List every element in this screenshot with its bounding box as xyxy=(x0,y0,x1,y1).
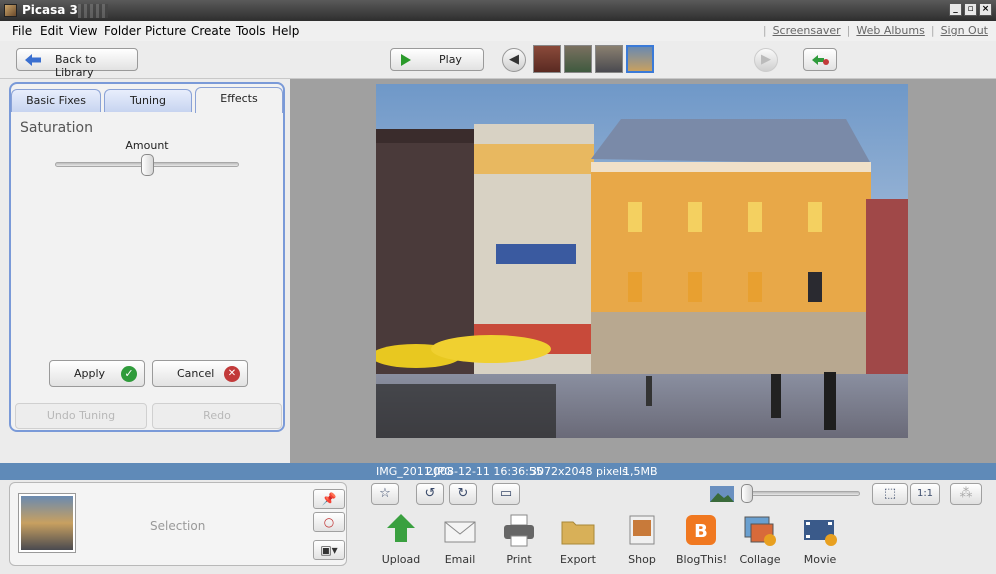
play-slideshow-button[interactable]: Play xyxy=(390,48,484,71)
printer-icon xyxy=(504,514,534,547)
back-to-library-button[interactable]: Back to Library xyxy=(16,48,138,79)
tag-icon: ▭ xyxy=(499,486,513,501)
cancel-x-icon: ✕ xyxy=(224,366,240,382)
blogthis-action[interactable]: B BlogThis! xyxy=(676,512,727,566)
effect-title: Saturation xyxy=(20,120,93,136)
print-action[interactable]: Print xyxy=(494,512,544,566)
collage-icon xyxy=(744,516,776,546)
clear-selection-button[interactable]: ○ xyxy=(313,512,345,532)
folder-dropdown-icon: ▣▾ xyxy=(320,543,338,557)
window-title: Picasa 3 xyxy=(22,3,78,17)
edit-panel: Basic Fixes Tuning Effects Saturation Am… xyxy=(0,79,290,463)
photo-dimensions: 3072x2048 pixels xyxy=(530,465,628,478)
apply-button[interactable]: Apply ✓ xyxy=(49,360,145,387)
star-button[interactable]: ☆ xyxy=(371,483,399,505)
title-bar: Picasa 3 _ ▫ × xyxy=(0,0,996,21)
edit-tabs: Basic Fixes Tuning Effects xyxy=(11,84,283,113)
export-action[interactable]: Export xyxy=(553,512,603,566)
rotate-right-icon: ↻ xyxy=(457,486,469,501)
toolbar: Back to Library Play ◀ ▶ xyxy=(0,41,996,79)
zoom-slider-handle[interactable] xyxy=(741,484,753,503)
menu-create[interactable]: Create xyxy=(191,24,231,38)
tray-thumbnail[interactable] xyxy=(19,494,75,552)
effects-box: Basic Fixes Tuning Effects Saturation Am… xyxy=(9,82,285,432)
photo-image[interactable] xyxy=(376,84,908,438)
zoom-landscape-icon xyxy=(710,486,734,502)
web-albums-link[interactable]: Web Albums xyxy=(856,24,924,37)
pin-icon: 📌 xyxy=(321,492,337,506)
upload-icon xyxy=(387,514,415,542)
cancel-button[interactable]: Cancel ✕ xyxy=(152,360,248,387)
hold-pin-button[interactable]: 📌 xyxy=(313,489,345,509)
menu-edit[interactable]: Edit xyxy=(40,24,63,38)
share-button[interactable] xyxy=(803,48,837,71)
menu-picture[interactable]: Picture xyxy=(145,24,186,38)
email-action[interactable]: Email xyxy=(435,512,485,566)
tab-effects[interactable]: Effects xyxy=(195,87,283,113)
menu-bar: File Edit View Folder Picture Create Too… xyxy=(0,21,996,41)
filmstrip-thumb-selected[interactable] xyxy=(626,45,654,73)
screensaver-link[interactable]: Screensaver xyxy=(773,24,841,37)
menu-folder[interactable]: Folder xyxy=(104,24,141,38)
color-drops-icon: ⁂ xyxy=(959,486,973,501)
rotate-left-button[interactable]: ↺ xyxy=(416,483,444,505)
photo-datetime: 2008-12-11 16:36:55 xyxy=(426,465,543,478)
play-icon xyxy=(401,54,411,66)
svg-text:B: B xyxy=(694,521,708,542)
close-icon[interactable]: × xyxy=(979,3,992,16)
share-icon xyxy=(812,54,829,65)
menu-help[interactable]: Help xyxy=(272,24,299,38)
redo-button[interactable]: Redo xyxy=(152,403,282,429)
menu-tools[interactable]: Tools xyxy=(236,24,266,38)
menu-view[interactable]: View xyxy=(69,24,97,38)
zoom-to-fit-button[interactable]: ⬚ xyxy=(872,483,908,505)
title-decoration xyxy=(78,4,108,18)
picasa-app-icon xyxy=(4,4,17,17)
amount-label: Amount xyxy=(125,139,169,152)
effects-toggle-button[interactable]: ⁂ xyxy=(950,483,982,505)
checkmark-icon: ✓ xyxy=(121,366,137,382)
shop-icon xyxy=(629,515,655,545)
filmstrip-thumb-1[interactable] xyxy=(533,45,561,73)
upload-action[interactable]: Upload xyxy=(376,512,426,566)
bottom-bar: Selection 📌 ○ ▣▾ ☆ ↺ ↻ ▭ Upload Email Pr… xyxy=(0,480,996,574)
minimize-icon[interactable]: _ xyxy=(949,3,962,16)
movie-action[interactable]: Movie xyxy=(795,512,845,566)
photo-filesize: 1,5MB xyxy=(623,465,658,478)
restore-icon[interactable]: ▫ xyxy=(964,3,977,16)
photo-tray: Selection 📌 ○ ▣▾ xyxy=(9,482,347,566)
zoom-1-to-1-button[interactable]: 1:1 xyxy=(910,483,940,505)
rotate-right-button[interactable]: ↻ xyxy=(449,483,477,505)
window-controls: _ ▫ × xyxy=(949,3,992,16)
fit-frame-icon: ⬚ xyxy=(883,486,897,501)
folder-icon xyxy=(561,521,595,545)
filmstrip-thumb-2[interactable] xyxy=(564,45,592,73)
clear-circle-icon: ○ xyxy=(323,515,335,529)
zoom-slider-track[interactable] xyxy=(742,491,860,496)
star-icon: ☆ xyxy=(379,486,391,501)
menu-file[interactable]: File xyxy=(12,24,32,38)
tray-options-dropdown[interactable]: ▣▾ xyxy=(313,540,345,560)
collage-action[interactable]: Collage xyxy=(735,512,785,566)
previous-photo-button[interactable]: ◀ xyxy=(502,48,526,72)
next-photo-button[interactable]: ▶ xyxy=(754,48,778,72)
caption-tag-button[interactable]: ▭ xyxy=(492,483,520,505)
back-arrow-icon xyxy=(25,54,41,66)
account-links: | Screensaver | Web Albums | Sign Out xyxy=(762,24,988,37)
email-icon xyxy=(444,521,476,543)
tab-basic-fixes[interactable]: Basic Fixes xyxy=(11,89,101,112)
sign-out-link[interactable]: Sign Out xyxy=(941,24,988,37)
photo-info-bar: IMG_2011.JPG 2008-12-11 16:36:55 3072x20… xyxy=(0,463,996,480)
blogger-icon: B xyxy=(686,515,716,545)
amount-slider-handle[interactable] xyxy=(141,154,154,176)
tab-tuning[interactable]: Tuning xyxy=(104,89,192,112)
shop-action[interactable]: Shop xyxy=(617,512,667,566)
movie-icon xyxy=(804,520,837,546)
undo-tuning-button[interactable]: Undo Tuning xyxy=(15,403,147,429)
rotate-left-icon: ↺ xyxy=(424,486,436,501)
selection-label: Selection xyxy=(150,519,206,533)
photo-viewer xyxy=(290,79,996,463)
filmstrip-thumb-3[interactable] xyxy=(595,45,623,73)
